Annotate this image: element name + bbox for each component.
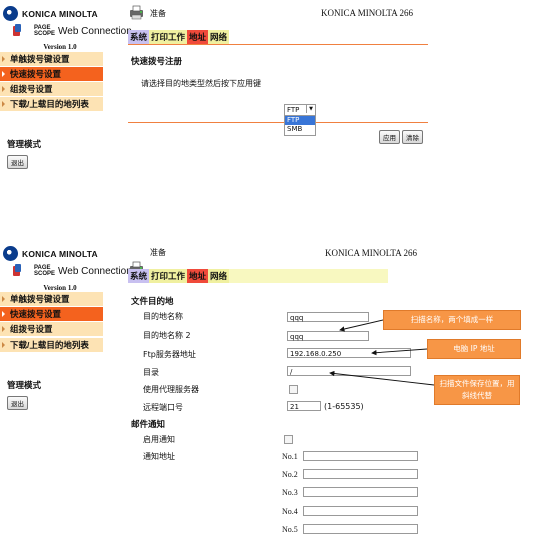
arrow-to-ip [371,348,428,356]
arrow-to-name [339,319,384,332]
panel-file-destination: KONICA MINOLTA PAGE SCOPE Web Connection… [0,15,538,534]
arrow-to-folder [329,370,435,386]
annotation-arrows [329,319,435,386]
